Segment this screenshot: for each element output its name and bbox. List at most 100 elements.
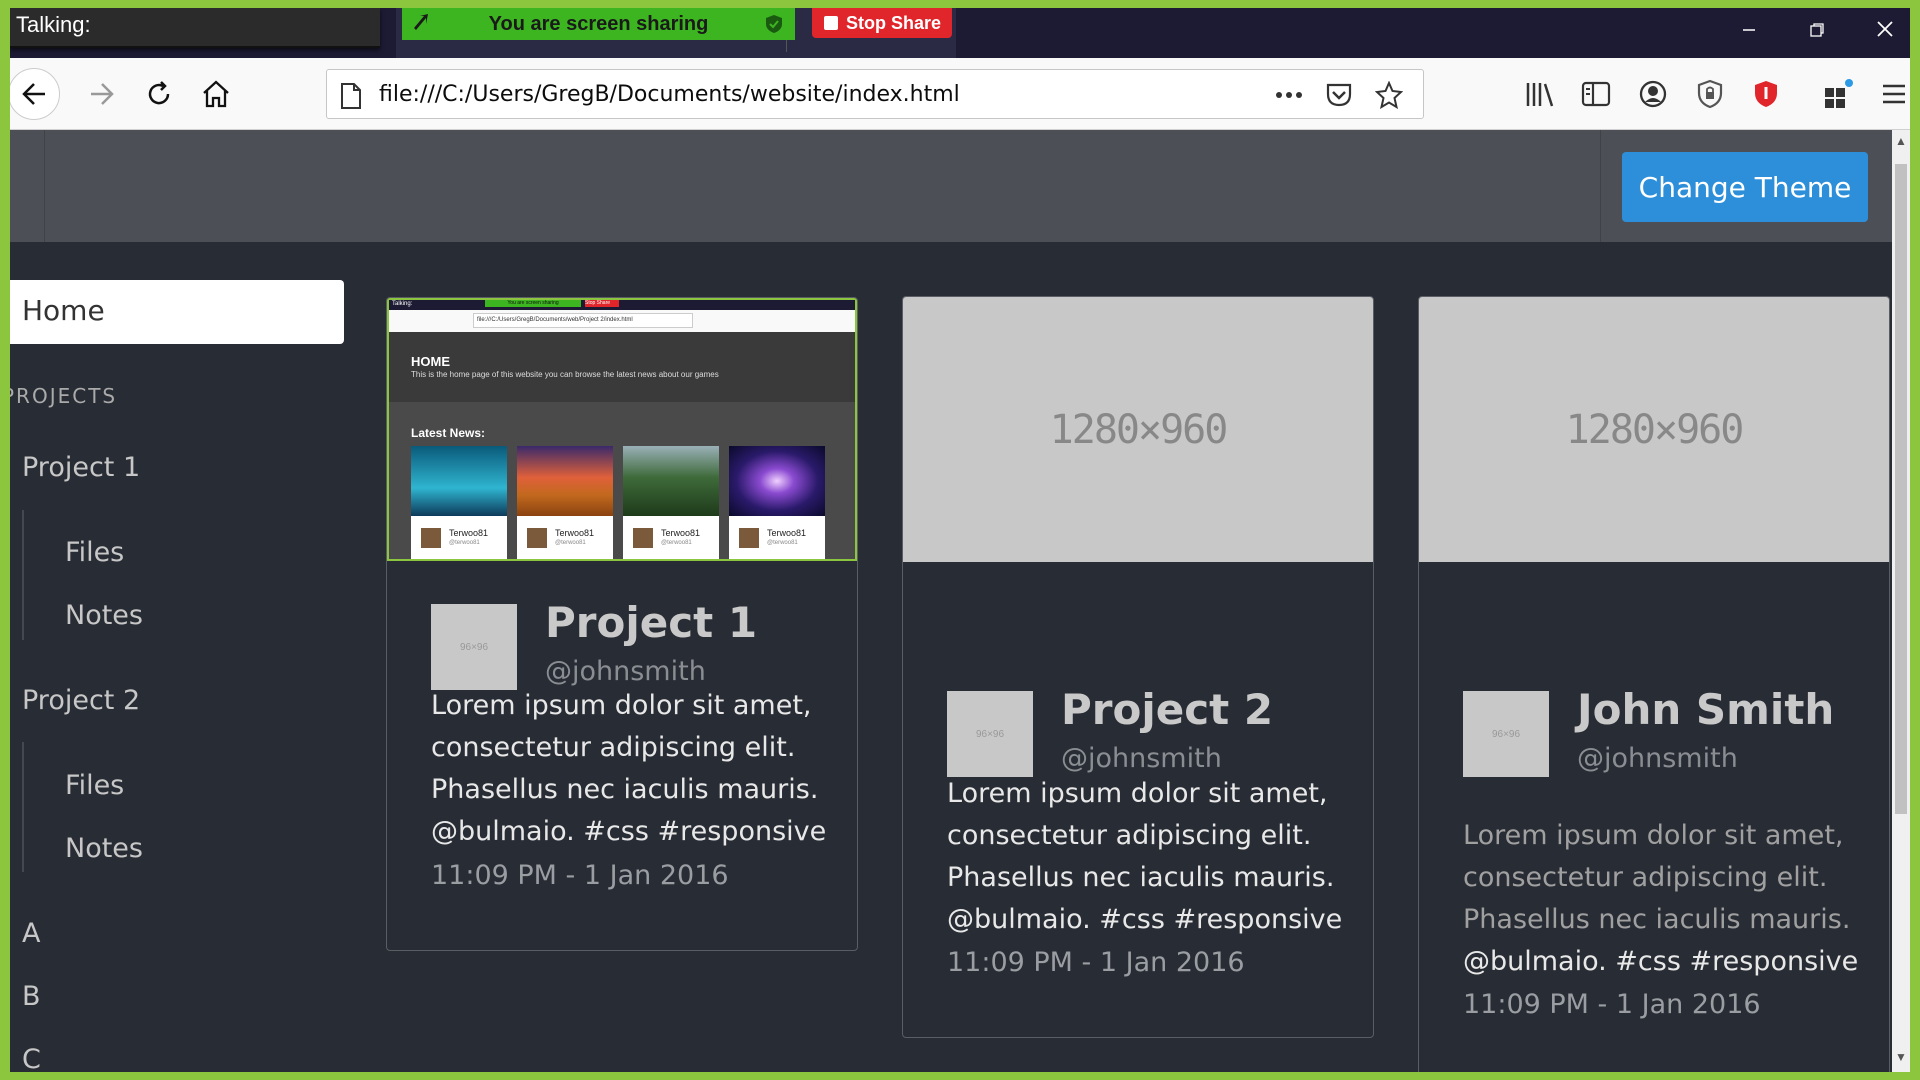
scroll-up-icon[interactable]: ▲ [1892, 134, 1910, 152]
url-bar[interactable]: file:///C:/Users/GregB/Documents/website… [326, 69, 1424, 119]
sidebar-item-project-1-files[interactable]: Files [65, 537, 124, 568]
preview-latest-news: Latest News: [411, 426, 486, 440]
card-body: Lorem ipsum dolor sit amet, consectetur … [431, 685, 831, 853]
library-button[interactable] [1524, 78, 1556, 110]
sidebar-icon [1581, 81, 1611, 107]
preview-stop-share: Stop Share [585, 300, 619, 307]
screen-sharing-banner: You are screen sharing [402, 8, 795, 40]
browser-window: Talking: You are screen sharing Stop Sha… [10, 8, 1910, 1072]
sidebar-item-project-2-notes[interactable]: Notes [65, 833, 143, 864]
preview-news-author: Terwoo81 [767, 528, 807, 538]
underwater-image [411, 446, 507, 516]
preview-sharing-banner: You are screen sharing [485, 300, 581, 307]
web-page: Change Theme Home PROJECTS Project 1 Fil… [10, 130, 1892, 1072]
page-header: Change Theme [10, 130, 1892, 242]
privacy-extension-button[interactable] [1694, 78, 1726, 110]
avatar [421, 528, 441, 548]
extensions-button[interactable] [1822, 78, 1854, 110]
card-body-text: Lorem ipsum dolor sit amet, consectetur … [1463, 820, 1851, 935]
desert-image [517, 446, 613, 516]
galaxy-image [729, 446, 825, 516]
preview-news-card: Terwoo81 @terwoo81 [517, 446, 613, 559]
scrollbar-thumb[interactable] [1895, 164, 1907, 814]
forward-button[interactable] [80, 72, 124, 116]
home-button[interactable] [194, 72, 238, 116]
header-divider [44, 130, 45, 242]
preview-hero: HOME This is the home page of this websi… [389, 332, 855, 402]
sidebar-item-c[interactable]: C [22, 1044, 41, 1072]
preview-news-handle: @terwoo81 [555, 540, 586, 546]
preview-url: file:///C:/Users/GregB/Documents/web/Pro… [473, 313, 693, 328]
avatar [527, 528, 547, 548]
card-avatar: 96×96 [1463, 691, 1549, 777]
card-handle: @johnsmith [1061, 743, 1222, 774]
puzzle-icon [1825, 79, 1853, 108]
sidebar-item-home[interactable]: Home [10, 280, 344, 344]
card-title: Project 2 [1061, 685, 1274, 734]
header-divider [1600, 130, 1601, 242]
preview-news-handle: @terwoo81 [449, 540, 480, 546]
sidebar-item-project-2-files[interactable]: Files [65, 770, 124, 801]
card-handle: @johnsmith [545, 656, 706, 687]
close-icon [1877, 21, 1893, 37]
preview-news-card: Terwoo81 @terwoo81 [411, 446, 507, 559]
pocket-icon [1326, 83, 1352, 107]
library-icon [1526, 83, 1554, 107]
card-tags: @bulmaio. #css #responsive [1463, 946, 1859, 977]
change-theme-button[interactable]: Change Theme [1622, 152, 1868, 222]
reload-button[interactable] [137, 72, 181, 116]
card-avatar: 96×96 [431, 604, 517, 690]
restore-icon [1810, 23, 1824, 37]
back-arrow-icon [22, 83, 45, 105]
avatar [633, 528, 653, 548]
page-scrollbar[interactable]: ▲ ▼ [1892, 130, 1910, 1072]
bookmark-button[interactable] [1375, 81, 1403, 109]
card-tags: @bulmaio. #css #responsive [431, 816, 827, 847]
url-text: file:///C:/Users/GregB/Documents/website… [379, 82, 960, 107]
card-body: Lorem ipsum dolor sit amet, consectetur … [1463, 815, 1863, 983]
shield-lock-icon [1697, 79, 1723, 109]
image-size-label: 1280×960 [1049, 406, 1229, 453]
project-card-2[interactable]: 1280×960 96×96 Project 2 @johnsmith Lore… [902, 296, 1374, 1038]
restore-button[interactable] [1802, 18, 1832, 48]
minimize-button[interactable] [1734, 18, 1764, 48]
adblock-extension-button[interactable] [1750, 78, 1782, 110]
close-window-button[interactable] [1870, 18, 1900, 48]
shield-check-icon [766, 15, 782, 33]
page-actions-button[interactable] [1275, 81, 1303, 109]
sidebar-item-b[interactable]: B [22, 981, 41, 1012]
jungle-image [623, 446, 719, 516]
preview-home-heading: HOME [411, 354, 450, 369]
account-button[interactable] [1637, 78, 1669, 110]
pocket-button[interactable] [1325, 81, 1353, 109]
sidebar-item-project-1-notes[interactable]: Notes [65, 600, 143, 631]
forward-arrow-icon [91, 83, 114, 105]
menu-button[interactable] [1878, 78, 1910, 110]
preview-talking: Talking: [392, 301, 413, 307]
preview-home-subtitle: This is the home page of this website yo… [411, 370, 719, 379]
avatar [739, 528, 759, 548]
stop-icon [824, 16, 838, 30]
stop-share-label: Stop Share [846, 12, 942, 33]
hamburger-icon [1883, 84, 1905, 104]
preview-news-author: Terwoo81 [661, 528, 701, 538]
back-button[interactable] [10, 68, 60, 120]
avatar-size-label: 96×96 [1491, 728, 1521, 740]
sidebar-toggle-button[interactable] [1580, 78, 1612, 110]
avatar-size-label: 96×96 [459, 641, 489, 653]
stop-share-button[interactable]: Stop Share [812, 8, 952, 38]
preview-news-author: Terwoo81 [449, 528, 489, 538]
submenu-divider [22, 742, 24, 872]
scroll-down-icon[interactable]: ▼ [1892, 1050, 1910, 1068]
star-icon [1375, 81, 1403, 109]
nav-toolbar: file:///C:/Users/GregB/Documents/website… [10, 58, 1910, 130]
preview-news-author: Terwoo81 [555, 528, 595, 538]
sidebar-menu: Home PROJECTS Project 1 Files Notes Proj… [10, 242, 350, 1072]
sidebar-item-project-2[interactable]: Project 2 [22, 685, 140, 716]
sidebar-item-project-1[interactable]: Project 1 [22, 452, 140, 483]
sidebar-section-label: PROJECTS [10, 384, 118, 408]
project-card-3[interactable]: 1280×960 96×96 John Smith @johnsmith Lor… [1418, 296, 1890, 1072]
card-body-text: Lorem ipsum dolor sit amet, consectetur … [947, 778, 1335, 893]
project-card-1[interactable]: Talking: You are screen sharing Stop Sha… [386, 297, 858, 951]
sidebar-item-a[interactable]: A [22, 918, 40, 949]
